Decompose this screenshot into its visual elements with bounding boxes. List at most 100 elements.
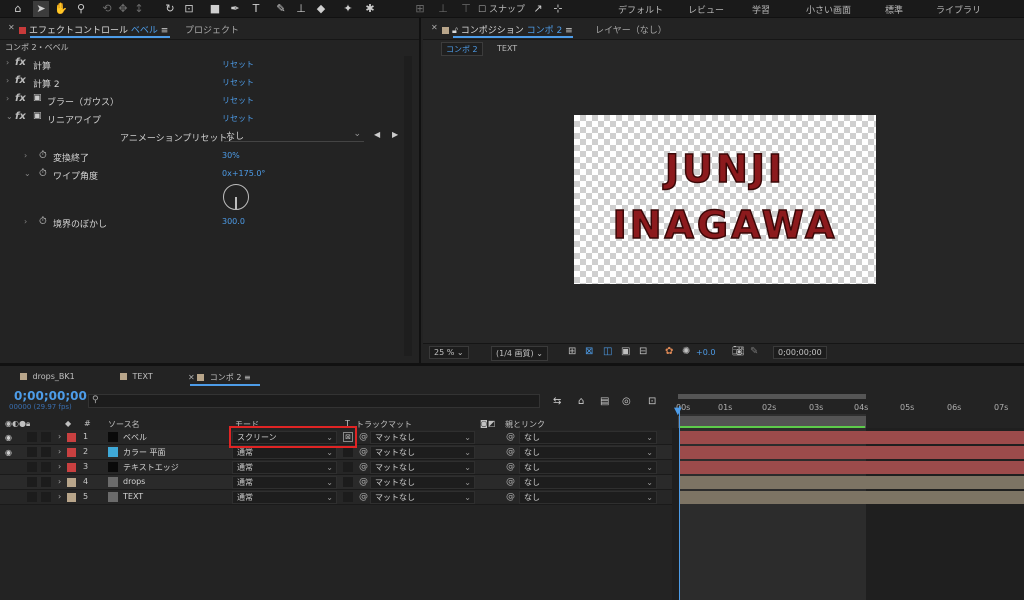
layer-row[interactable]: › 3 テキストエッジ 通常 ⌄ @ マットなし ⌄ @ なし ⌄ — [0, 460, 672, 475]
draft-3d-icon[interactable]: ⌂ — [578, 396, 584, 407]
lock-toggle[interactable] — [41, 492, 51, 502]
parent-pickwhip-icon[interactable]: @ — [506, 492, 515, 502]
brush-tool-icon[interactable]: ✎ — [273, 1, 289, 17]
twirl-right-icon[interactable]: › — [24, 217, 27, 226]
pickwhip-icon[interactable]: @ — [359, 477, 368, 487]
snapshot-icon[interactable]: 📷︎ — [732, 346, 745, 357]
workspace-default[interactable]: デフォルト — [618, 3, 663, 16]
twirl-right-icon[interactable]: › — [58, 432, 61, 441]
layer-bar[interactable] — [679, 491, 1024, 504]
timeline-timecode[interactable]: 0;00;00;00 — [14, 389, 87, 403]
pickwhip-icon[interactable]: @ — [359, 462, 368, 472]
roto-brush-icon[interactable]: ✦ — [340, 1, 356, 17]
playhead-line[interactable] — [679, 406, 680, 600]
workspace-learn[interactable]: 学習 — [752, 3, 770, 16]
selection-tool-icon[interactable]: ➤ — [33, 1, 49, 17]
twirl-right-icon[interactable]: › — [6, 94, 9, 103]
video-toggle[interactable] — [7, 477, 17, 487]
mask-visibility-icon[interactable]: ◫ — [603, 346, 612, 357]
viewer-timecode[interactable]: 0;00;00;00 — [773, 346, 827, 359]
tab-project[interactable]: プロジェクト — [185, 23, 239, 36]
lock-toggle[interactable] — [41, 447, 51, 457]
parent-pickwhip-icon[interactable]: @ — [506, 462, 515, 472]
pen-tool-icon[interactable]: ✒ — [227, 1, 243, 17]
stamp-tool-icon[interactable]: ⊥ — [293, 1, 309, 17]
param-row[interactable]: › ⏱ 変換終了 30% — [0, 148, 404, 165]
layer-label-color[interactable] — [67, 463, 76, 472]
solo-toggle[interactable] — [27, 447, 37, 457]
parent-pickwhip-icon[interactable]: @ — [506, 432, 515, 442]
layer-name[interactable]: テキストエッジ — [123, 462, 179, 473]
twirl-right-icon[interactable]: › — [24, 151, 27, 160]
layer-label-color[interactable] — [67, 433, 76, 442]
puppet-pin-icon[interactable]: ✱ — [362, 1, 378, 17]
stopwatch-icon[interactable]: ⏱ — [39, 216, 47, 227]
color-management-icon[interactable]: ✺ — [682, 346, 690, 357]
pickwhip-icon[interactable]: @ — [359, 447, 368, 457]
workspace-small-screen[interactable]: 小さい画面 — [806, 3, 851, 16]
preserve-transparency-toggle[interactable] — [343, 462, 353, 472]
effect-reset-link[interactable]: リセット — [222, 59, 254, 70]
comp-subtab[interactable]: TEXT — [497, 44, 517, 53]
track-matte-dropdown[interactable]: マットなし ⌄ — [370, 461, 475, 474]
preserve-transparency-toggle[interactable] — [343, 477, 353, 487]
grid-icon[interactable]: ⊟ — [639, 346, 647, 357]
twirl-down-icon[interactable]: ⌄ — [24, 169, 31, 178]
parent-dropdown[interactable]: なし ⌄ — [519, 491, 657, 504]
source-name-header[interactable]: ソース名 — [108, 419, 140, 430]
layer-name[interactable]: TEXT — [123, 492, 143, 501]
lock-toggle[interactable] — [41, 462, 51, 472]
snap-edge-icon[interactable]: ↗ — [530, 1, 546, 17]
twirl-right-icon[interactable]: › — [58, 462, 61, 471]
lock-toggle[interactable] — [41, 477, 51, 487]
resolution-dropdown[interactable]: (1/4 画質) ⌄ — [491, 346, 548, 361]
tab-menu-icon[interactable]: ≡ — [161, 26, 169, 36]
workspace-libraries[interactable]: ライブラリ — [936, 3, 981, 16]
tab-menu-icon[interactable]: ≡ — [565, 26, 573, 36]
twirl-right-icon[interactable]: › — [58, 447, 61, 456]
param-value[interactable]: 300.0 — [222, 217, 245, 226]
layer-label-color[interactable] — [67, 493, 76, 502]
composition-canvas[interactable]: JUNJI INAGAWA — [574, 115, 876, 284]
rectangle-tool-icon[interactable]: ■ — [207, 1, 223, 17]
tab-layer[interactable]: レイヤー（なし） — [595, 23, 667, 36]
preset-next-icon[interactable]: ▶ — [392, 130, 398, 139]
guides-icon[interactable]: ▣ — [621, 346, 630, 357]
effect-row[interactable]: › fx 計算 2 リセット — [0, 74, 404, 91]
region-of-interest-icon[interactable]: ⊞ — [568, 346, 576, 357]
preset-prev-icon[interactable]: ◀ — [374, 130, 380, 139]
snap-grid-icon[interactable]: ⊹ — [550, 1, 566, 17]
effect-reset-link[interactable]: リセット — [222, 77, 254, 88]
layer-bar[interactable] — [679, 446, 1024, 459]
transparency-grid-icon[interactable]: ⊠ — [585, 346, 593, 357]
effect-row[interactable]: › fx ▣ ブラー（ガウス） リセット — [0, 92, 404, 109]
layer-bar[interactable] — [679, 476, 1024, 489]
comp-subtab-active[interactable]: コンポ 2 — [441, 42, 483, 56]
twirl-down-icon[interactable]: ⌄ — [6, 112, 13, 121]
twirl-right-icon[interactable]: › — [6, 58, 9, 67]
close-tab-icon[interactable]: ✕ — [188, 373, 195, 382]
layer-row[interactable]: › 5 TEXT 通常 ⌄ @ マットなし ⌄ @ なし ⌄ — [0, 490, 672, 505]
fx-icon[interactable]: fx — [15, 93, 26, 104]
tab-composition[interactable]: 🔓︎ コンポジション コンポ 2 ≡ — [442, 23, 573, 36]
parent-dropdown[interactable]: なし ⌄ — [519, 431, 657, 444]
rotate-tool-icon[interactable]: ↻ — [162, 1, 178, 17]
orbit-camera-icon[interactable]: ⟲ — [99, 1, 115, 17]
tab-menu-icon[interactable]: ≡ — [244, 373, 251, 382]
twirl-right-icon[interactable]: › — [58, 492, 61, 501]
stopwatch-icon[interactable]: ⏱ — [39, 168, 47, 179]
layer-bar[interactable] — [679, 461, 1024, 474]
preserve-transparency-toggle[interactable] — [343, 447, 353, 457]
solo-toggle[interactable] — [27, 462, 37, 472]
solo-toggle[interactable] — [27, 492, 37, 502]
parent-pickwhip-icon[interactable]: @ — [506, 477, 515, 487]
type-tool-icon[interactable]: T — [248, 1, 264, 17]
stopwatch-icon[interactable]: ⏱ — [39, 150, 47, 161]
workspace-review[interactable]: レビュー — [688, 3, 724, 16]
anchor-tool-icon[interactable]: ⊡ — [181, 1, 197, 17]
blend-mode-dropdown[interactable]: 通常 ⌄ — [232, 491, 337, 504]
pickwhip-icon[interactable]: @ — [359, 492, 368, 502]
zoom-dropdown[interactable]: 25 % ⌄ — [429, 346, 469, 359]
timeline-tab[interactable]: drops_BK1 — [20, 372, 75, 381]
effect-row[interactable]: ⌄ fx ▣ リニアワイプ リセット — [0, 110, 404, 127]
